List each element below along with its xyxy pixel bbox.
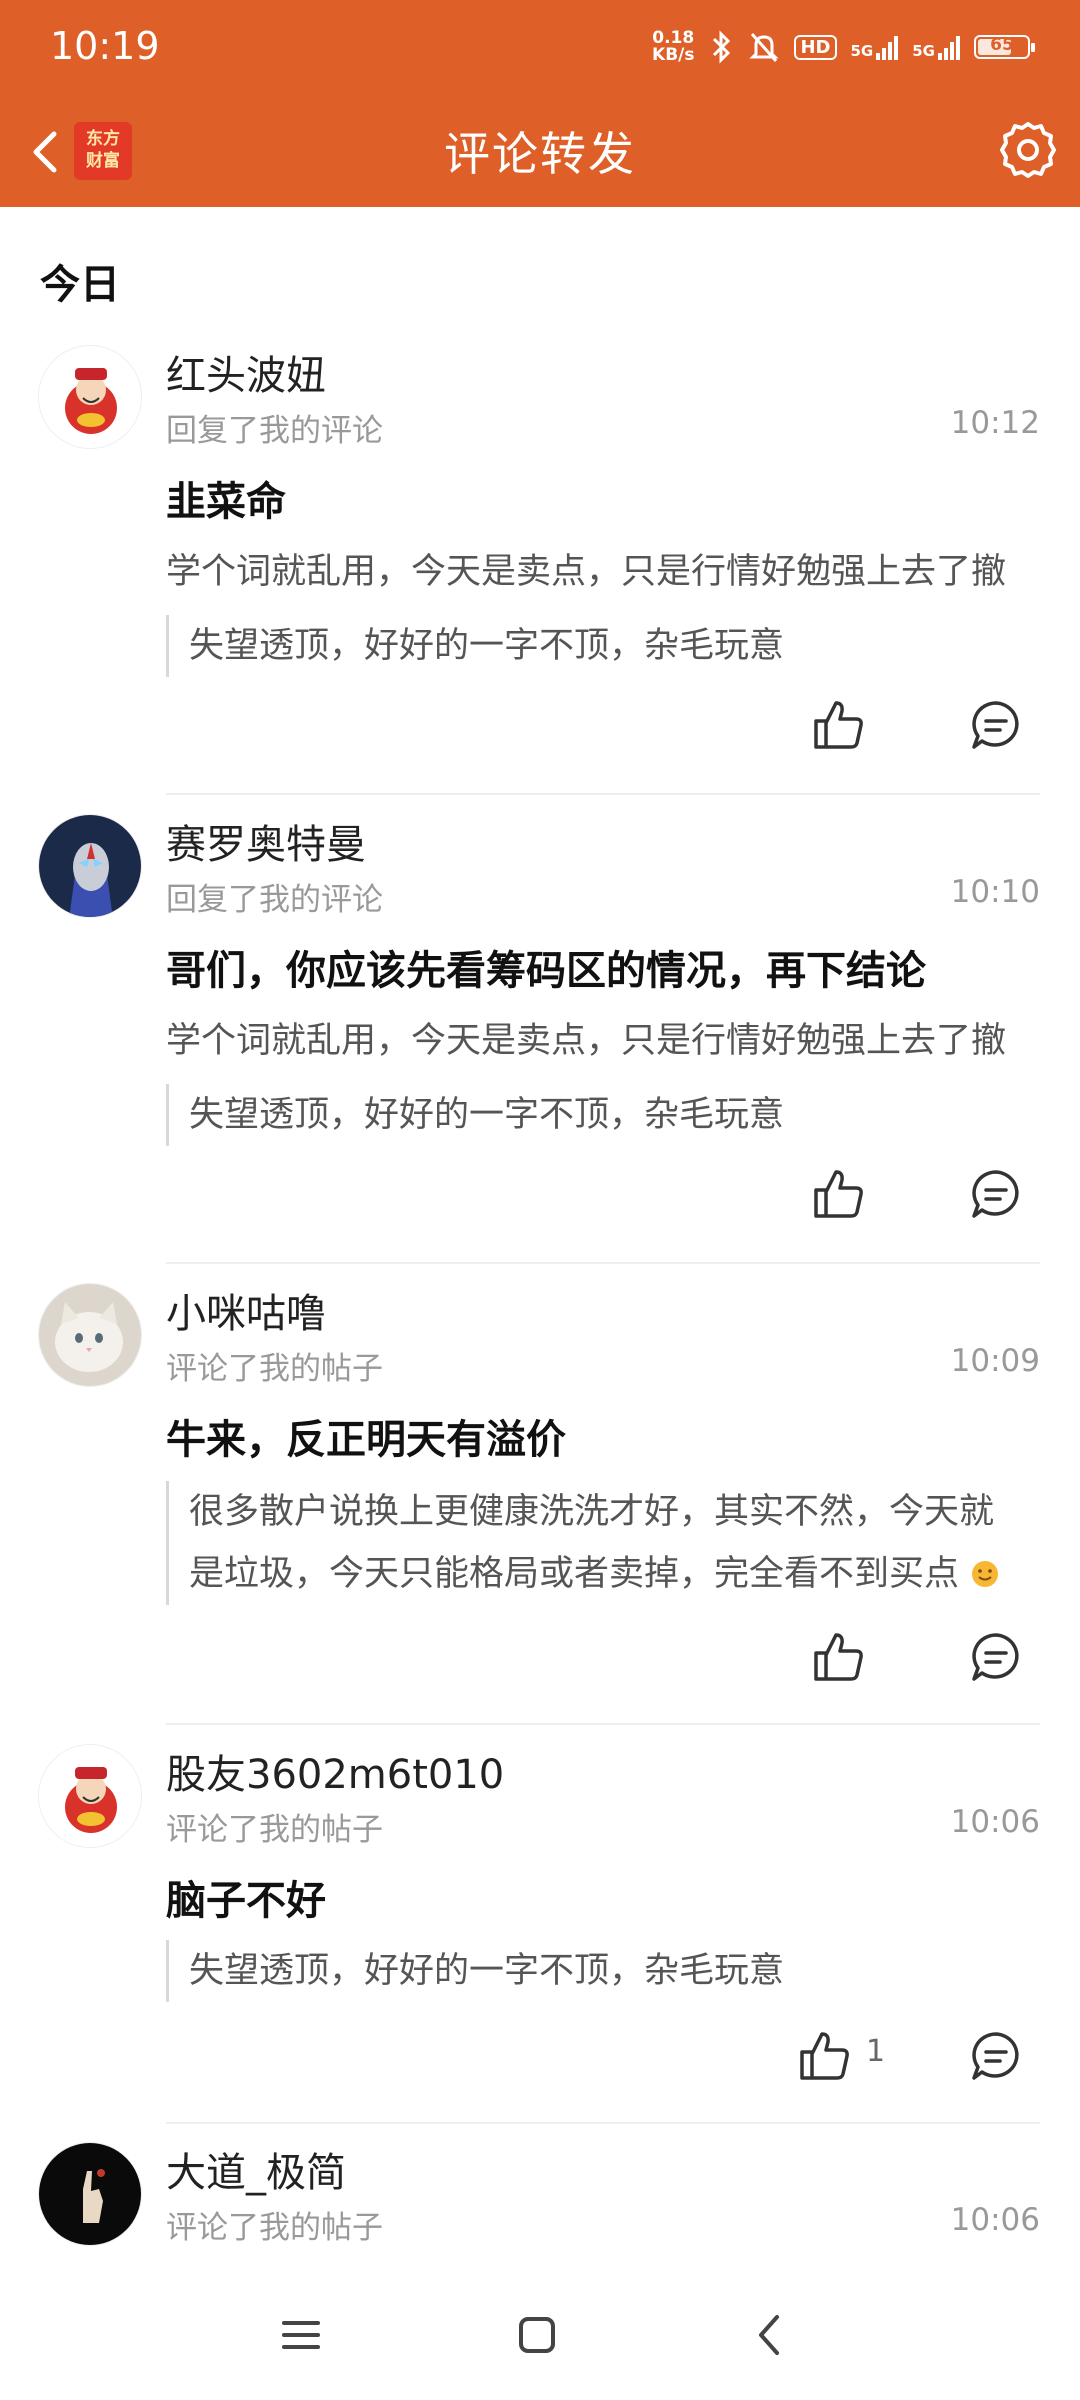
section-label-today: 今日 — [40, 262, 120, 308]
comment-time: 10:12 — [950, 405, 1040, 441]
avatar[interactable] — [38, 1744, 142, 1848]
page-title: 评论转发 — [444, 127, 636, 181]
avatar[interactable] — [38, 1283, 142, 1387]
comment-text[interactable]: 脑子不好 — [166, 1868, 1040, 1926]
original-comment[interactable]: 学个词就乱用，今天是卖点，只是行情好勉强上去了撤 — [166, 1012, 1040, 1063]
thumbs-up-icon[interactable] — [810, 1166, 866, 1222]
avatar[interactable] — [38, 345, 142, 449]
avatar[interactable] — [38, 2142, 142, 2246]
ultraman-icon — [39, 815, 141, 917]
thumbs-up-icon[interactable] — [810, 697, 866, 753]
username[interactable]: 红头波妞 — [166, 343, 326, 401]
divider — [166, 1723, 1040, 1725]
action-label: 回复了我的评论 — [166, 882, 383, 918]
signal-1: 5G — [851, 34, 899, 60]
net-speed: 0.18 KB/s — [652, 28, 695, 65]
cat-icon — [39, 1284, 141, 1386]
smile-emoji-icon — [972, 1561, 999, 1587]
menu-icon[interactable] — [266, 2300, 336, 2370]
bluetooth-icon — [713, 30, 731, 64]
action-label: 回复了我的评论 — [166, 413, 383, 449]
battery-icon: 65 — [974, 35, 1035, 59]
comment-time: 10:06 — [950, 2202, 1040, 2238]
like-count: 1 — [866, 2034, 886, 2069]
action-label: 评论了我的帖子 — [166, 1351, 383, 1387]
fortune-god-icon — [39, 346, 141, 448]
divider — [166, 793, 1040, 795]
quoted-post[interactable]: 失望透顶，好好的一字不顶，杂毛玩意 — [166, 615, 1040, 677]
original-comment[interactable]: 学个词就乱用，今天是卖点，只是行情好勉强上去了撤 — [166, 543, 1040, 594]
app-header: 10:19 0.18 KB/s HD 5G 5G 65 东方 财富 评论转发 — [0, 0, 1080, 207]
username[interactable]: 小咪咕噜 — [166, 1281, 326, 1339]
comment-icon[interactable] — [968, 1629, 1024, 1685]
signal-bars-icon — [938, 34, 960, 60]
divider — [166, 1262, 1040, 1264]
back-nav-icon[interactable] — [735, 2300, 805, 2370]
system-nav-bar — [0, 2270, 1080, 2400]
comment-text[interactable]: 韭菜命 — [166, 469, 1040, 527]
username[interactable]: 大道_极简 — [166, 2140, 346, 2198]
fortune-god-icon — [39, 1745, 141, 1847]
comment-text[interactable]: 哥们，你应该先看筹码区的情况，再下结论 — [166, 938, 1040, 996]
hd-badge: HD — [794, 34, 837, 60]
comment-time: 10:09 — [950, 1343, 1040, 1379]
gear-icon[interactable] — [996, 118, 1060, 182]
comment-icon[interactable] — [968, 1166, 1024, 1222]
comment-icon[interactable] — [968, 697, 1024, 753]
divider — [166, 2122, 1040, 2124]
signal-2: 5G — [912, 34, 960, 60]
signal-bars-icon — [876, 34, 899, 60]
action-label: 评论了我的帖子 — [166, 1812, 383, 1848]
avatar[interactable] — [38, 814, 142, 918]
nav-row: 东方 财富 评论转发 — [0, 98, 1080, 207]
quoted-post[interactable]: 失望透顶，好好的一字不顶，杂毛玩意 — [166, 1940, 1040, 2002]
comment-icon[interactable] — [968, 2028, 1024, 2084]
quoted-post[interactable]: 很多散户说换上更健康洗洗才好，其实不然，今天就 是垃圾，今天只能格局或者卖掉，完… — [166, 1481, 1040, 1605]
comment-time: 10:10 — [950, 874, 1040, 910]
status-icons: 0.18 KB/s HD 5G 5G 65 — [652, 28, 1035, 65]
quoted-post[interactable]: 失望透顶，好好的一字不顶，杂毛玩意 — [166, 1084, 1040, 1146]
bell-off-icon — [749, 33, 780, 62]
comment-time: 10:06 — [950, 1804, 1040, 1840]
username[interactable]: 股友3602m6t010 — [166, 1742, 504, 1800]
username[interactable]: 赛罗奥特曼 — [166, 812, 366, 870]
comment-text[interactable]: 牛来，反正明天有溢价 — [166, 1407, 1040, 1465]
home-icon[interactable] — [502, 2300, 572, 2370]
thumbs-up-icon[interactable] — [796, 2028, 852, 2084]
hand-gesture-icon — [39, 2143, 141, 2245]
thumbs-up-icon[interactable] — [810, 1629, 866, 1685]
status-bar: 10:19 0.18 KB/s HD 5G 5G 65 — [0, 0, 1080, 98]
action-label: 评论了我的帖子 — [166, 2210, 383, 2246]
status-time: 10:19 — [50, 24, 160, 68]
